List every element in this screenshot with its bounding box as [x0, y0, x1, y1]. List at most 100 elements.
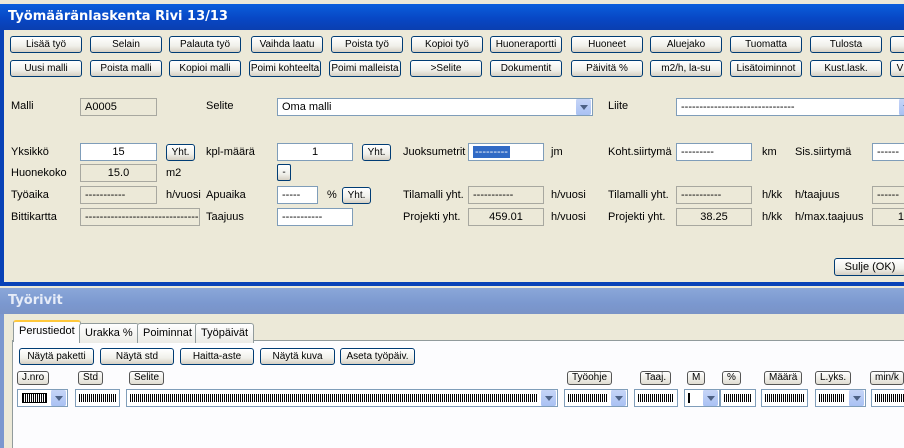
cell-placeholder: [724, 394, 752, 402]
hmaxtaajuus-label: h/max.taajuus: [795, 211, 864, 223]
col-header-lyks[interactable]: L.yks.: [815, 371, 852, 385]
yksikko-input[interactable]: 15: [80, 143, 157, 161]
yht-button-yksikko[interactable]: Yht.: [166, 144, 195, 161]
tab-tyopaivat[interactable]: Työpäivät: [195, 323, 255, 343]
toolbar1-huoneraportti-button[interactable]: Huoneraportti: [490, 36, 562, 53]
chevron-down-icon[interactable]: [575, 99, 591, 115]
juoksumetrit-label: Juoksumetrit: [403, 146, 466, 158]
yht-button-kplmaara[interactable]: Yht.: [362, 144, 391, 161]
juoksumetrit-input[interactable]: ---------: [468, 143, 544, 161]
liite-label: Liite: [608, 100, 629, 112]
tilamalli-label-kk: Tilamalli yht.: [608, 189, 669, 201]
rows-window-titlebar[interactable]: Työrivit: [0, 288, 904, 314]
toolbar1-more-button[interactable]: [890, 36, 904, 53]
toolbar1-kopioi-ty-button[interactable]: Kopioi työ: [411, 36, 483, 53]
toolbar2-uusi-malli-button[interactable]: Uusi malli: [10, 60, 82, 77]
selite-cell-dropdown[interactable]: [126, 389, 558, 407]
toolbar1-palauta-ty-button[interactable]: Palauta työ: [169, 36, 241, 53]
toolbar1-vaihda-laatu-button[interactable]: Vaihda laatu: [251, 36, 323, 53]
toolbar2-kopioi-malli-button[interactable]: Kopioi malli: [169, 60, 241, 77]
tyoohje-dropdown[interactable]: [564, 389, 628, 407]
toolbar1-poista-ty-button[interactable]: Poista työ: [331, 36, 403, 53]
maara-cell[interactable]: [761, 389, 808, 407]
col-header-tyoohje[interactable]: Työohje: [567, 371, 613, 385]
toolbar2-poimi-malleista-button[interactable]: Poimi malleista: [329, 60, 401, 77]
col-header-percent[interactable]: %: [722, 371, 741, 385]
tab-urakka[interactable]: Urakka %: [79, 323, 139, 343]
apuaika-input[interactable]: -----: [277, 186, 318, 204]
huonekoko-label: Huonekoko: [11, 167, 67, 179]
mink-cell[interactable]: [871, 389, 904, 407]
haitta-aste-button[interactable]: Haitta-aste: [180, 348, 254, 365]
chevron-down-icon[interactable]: [848, 390, 864, 406]
jnro-dropdown[interactable]: [17, 389, 68, 407]
toolbar1-selain-button[interactable]: Selain: [90, 36, 162, 53]
taajuus-label: Taajuus: [206, 211, 244, 223]
projekti-vuosi-field: 459.01: [468, 208, 544, 226]
htaajuus-field: ------: [872, 186, 904, 204]
jm-unit: jm: [551, 146, 563, 158]
toolbar1-aluejako-button[interactable]: Aluejako: [650, 36, 722, 53]
taajuus-input[interactable]: -----------: [277, 208, 353, 226]
toolbar2-poista-malli-button[interactable]: Poista malli: [90, 60, 162, 77]
col-header-m[interactable]: M: [687, 371, 706, 385]
chevron-down-icon[interactable]: [702, 390, 718, 406]
toolbar1-tulosta-button[interactable]: Tulosta: [810, 36, 882, 53]
taaj-cell[interactable]: [634, 389, 678, 407]
cell-placeholder: [638, 394, 674, 402]
selite-label: Selite: [206, 100, 234, 112]
sis-siirtyma-label: Sis.siirtymä: [795, 146, 852, 158]
chevron-down-icon[interactable]: [898, 99, 904, 115]
nayta-kuva-button[interactable]: Näytä kuva: [260, 348, 335, 365]
tab-poiminnat[interactable]: Poiminnat: [137, 323, 198, 343]
m-dropdown[interactable]: [684, 389, 720, 407]
toolbar2-m2-h-la-su-button[interactable]: m2/h, la-su: [650, 60, 722, 77]
sis-siirtyma-input[interactable]: ------: [872, 143, 904, 161]
minus-button[interactable]: -: [277, 164, 291, 181]
selite-value: Oma malli: [282, 101, 332, 113]
cell-placeholder: [819, 394, 845, 402]
liite-dropdown[interactable]: -------------------------------: [676, 98, 904, 116]
selite-dropdown[interactable]: Oma malli: [277, 98, 593, 116]
aseta-tyopaiv-button[interactable]: Aseta työpäiv.: [340, 348, 415, 365]
chevron-down-icon[interactable]: [50, 390, 66, 406]
close-ok-button[interactable]: Sulje (OK): [834, 258, 904, 276]
kplmaara-label: kpl-määrä: [206, 146, 255, 158]
toolbar2-poimi-kohteelta-button[interactable]: Poimi kohteelta: [249, 60, 321, 77]
koht-siirtyma-input[interactable]: ---------: [676, 143, 752, 161]
col-header-selite[interactable]: Selite: [129, 371, 165, 385]
toolbar1-huoneet-button[interactable]: Huoneet: [571, 36, 643, 53]
chevron-down-icon[interactable]: [540, 390, 556, 406]
col-header-jnro[interactable]: J.nro: [17, 371, 50, 385]
col-header-std[interactable]: Std: [78, 371, 104, 385]
toolbar2-lis-toiminnot-button[interactable]: Lisätoiminnot: [730, 60, 802, 77]
chevron-down-icon[interactable]: [610, 390, 626, 406]
lyks-dropdown[interactable]: [815, 389, 866, 407]
yht-button-apuaika[interactable]: Yht.: [342, 187, 371, 204]
col-header-maara[interactable]: Määrä: [764, 371, 803, 385]
kplmaara-input[interactable]: 1: [277, 143, 353, 161]
cell-placeholder: [130, 394, 537, 402]
projekti-kk-field: 38.25: [676, 208, 752, 226]
toolbar2-v-button[interactable]: V: [890, 60, 904, 77]
nayta-paketti-button[interactable]: Näytä paketti: [19, 348, 94, 365]
juoksumetrit-value: ---------: [473, 146, 510, 158]
tab-perustiedot[interactable]: Perustiedot: [13, 320, 81, 342]
cell-placeholder: [79, 394, 116, 402]
col-header-taaj[interactable]: Taaj.: [640, 371, 672, 385]
hvuosi-unit: h/vuosi: [551, 189, 586, 201]
std-cell[interactable]: [75, 389, 120, 407]
percent-cell[interactable]: [720, 389, 756, 407]
main-window-title: Työmääränlaskenta Rivi 13/13: [8, 9, 228, 24]
toolbar2-p-ivit-button[interactable]: Päivitä %: [571, 60, 643, 77]
toolbar1-tuomatta-button[interactable]: Tuomatta: [730, 36, 802, 53]
toolbar2-selite-button[interactable]: >Selite: [410, 60, 482, 77]
toolbar2-kust-lask-button[interactable]: Kust.lask.: [810, 60, 882, 77]
nayta-std-button[interactable]: Näytä std: [100, 348, 174, 365]
main-window-titlebar[interactable]: Työmääränlaskenta Rivi 13/13: [0, 4, 904, 30]
col-header-mink[interactable]: min/k: [870, 371, 904, 385]
huonekoko-field: 15.0: [80, 164, 157, 182]
toolbar1-lis-ty-button[interactable]: Lisää työ: [10, 36, 82, 53]
hvuosi-unit: h/vuosi: [166, 189, 201, 201]
toolbar2-dokumentit-button[interactable]: Dokumentit: [490, 60, 562, 77]
